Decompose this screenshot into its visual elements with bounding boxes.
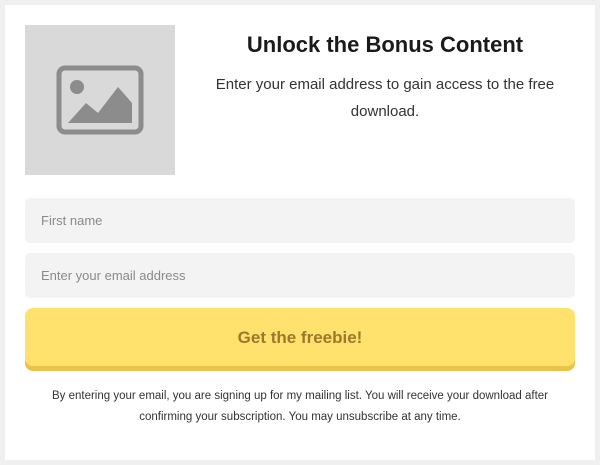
optin-card: Unlock the Bonus Content Enter your emai… (5, 5, 595, 460)
disclaimer-text: By entering your email, you are signing … (51, 390, 549, 423)
description-text: Enter your email address to gain access … (215, 76, 555, 120)
first-name-field[interactable] (25, 198, 575, 243)
get-freebie-button[interactable]: Get the freebie! (25, 308, 575, 371)
image-placeholder-icon (56, 65, 144, 135)
image-placeholder (25, 25, 175, 175)
email-field[interactable] (25, 253, 575, 298)
page-title: Unlock the Bonus Content (246, 32, 524, 57)
